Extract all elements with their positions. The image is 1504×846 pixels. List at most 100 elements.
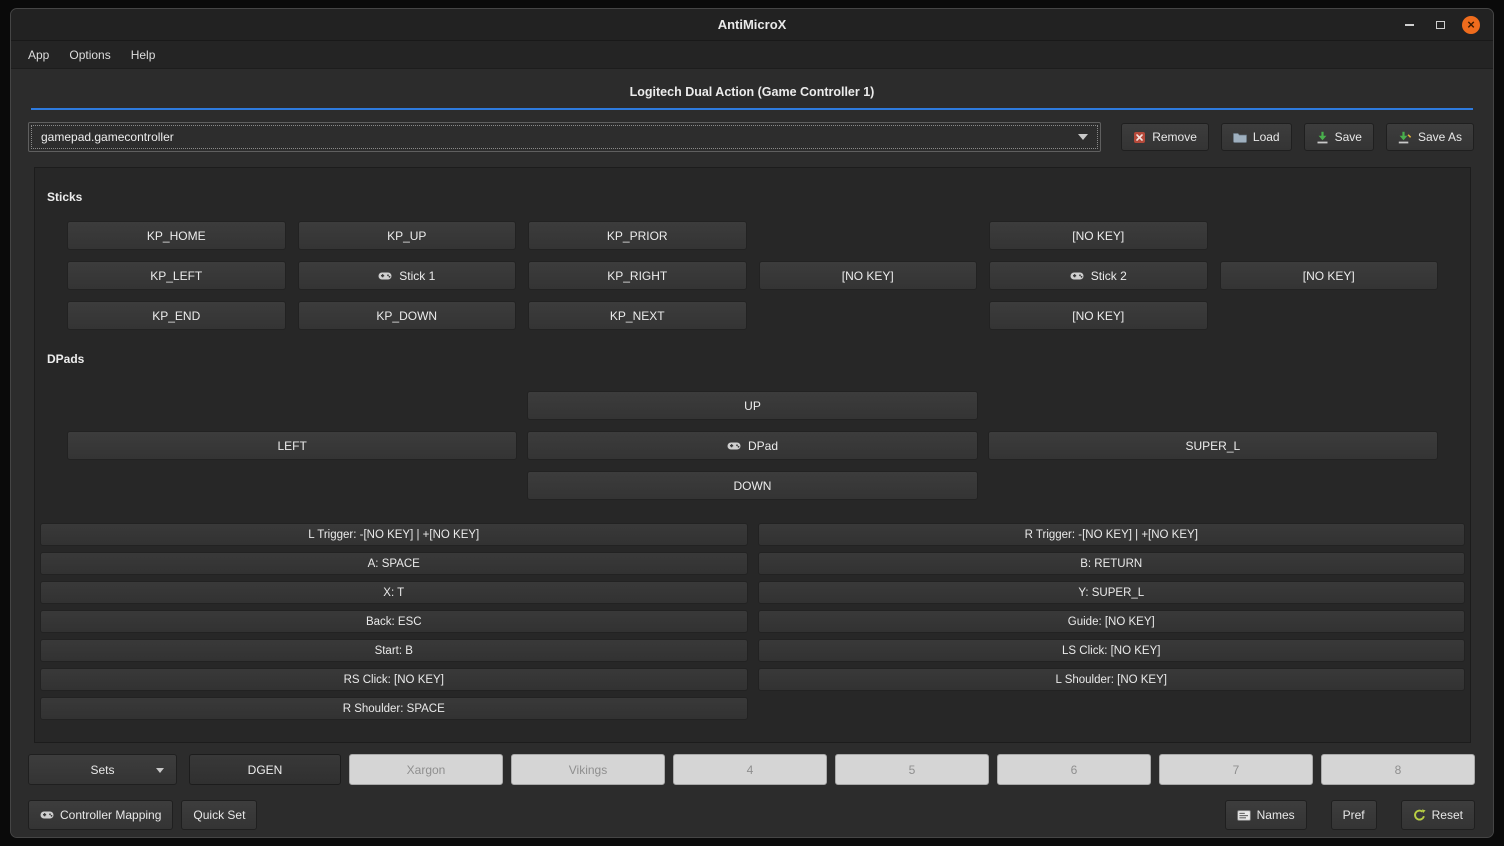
list-icon [1237,810,1251,821]
reset-label: Reset [1432,808,1463,822]
dpad-down-button[interactable]: DOWN [527,471,977,500]
guide-button[interactable]: Guide: [NO KEY] [758,610,1466,633]
load-button-label: Load [1253,130,1280,144]
stick2-right-button[interactable]: [NO KEY] [1220,261,1439,290]
chevron-down-icon [156,768,164,773]
tab-underline [31,108,1473,110]
quick-set-label: Quick Set [193,808,245,822]
start-button[interactable]: Start: B [40,639,748,662]
stick1-downleft-button[interactable]: KP_END [67,301,286,330]
window-controls: × [1400,9,1480,40]
save-button-label: Save [1335,130,1362,144]
set-tab-4[interactable]: 4 [673,754,827,785]
profile-combobox-value: gamepad.gamecontroller [41,130,174,144]
remove-button-label: Remove [1152,130,1197,144]
save-icon [1316,131,1329,144]
close-icon: × [1467,18,1475,31]
dpads-heading: DPads [47,352,1466,366]
dpad-right-button[interactable]: SUPER_L [988,431,1438,460]
stick2-config-button[interactable]: Stick 2 [989,261,1208,290]
load-button[interactable]: Load [1221,123,1292,151]
save-as-button[interactable]: Save As [1386,123,1474,151]
pref-label: Pref [1343,808,1365,822]
set-tab-2[interactable]: Xargon [349,754,503,785]
names-label: Names [1257,808,1295,822]
menu-help[interactable]: Help [122,44,165,66]
save-as-button-label: Save As [1418,130,1462,144]
stick1-right-button[interactable]: KP_RIGHT [528,261,747,290]
controller-mapping-button[interactable]: Controller Mapping [28,800,173,830]
pref-button[interactable]: Pref [1331,800,1377,830]
refresh-icon [1413,809,1426,822]
stick2-label: Stick 2 [1091,269,1127,283]
menubar: App Options Help [11,41,1493,69]
ls-click-button[interactable]: LS Click: [NO KEY] [758,639,1466,662]
maximize-icon [1436,21,1445,29]
profile-combobox[interactable]: gamepad.gamecontroller [28,122,1101,152]
menu-app[interactable]: App [19,44,58,66]
stick2-down-button[interactable]: [NO KEY] [989,301,1208,330]
rs-click-button[interactable]: RS Click: [NO KEY] [40,668,748,691]
stick1-down-button[interactable]: KP_DOWN [298,301,517,330]
r-shoulder-button[interactable]: R Shoulder: SPACE [40,697,748,720]
gamepad-icon [1070,271,1084,281]
minimize-button[interactable] [1400,16,1418,34]
stick1-label: Stick 1 [399,269,435,283]
save-button[interactable]: Save [1304,123,1374,151]
stick1-up-button[interactable]: KP_UP [298,221,517,250]
minimize-icon [1405,24,1414,26]
y-button[interactable]: Y: SUPER_L [758,581,1466,604]
names-button[interactable]: Names [1225,800,1307,830]
gamepad-icon [40,810,54,820]
stick2-up-button[interactable]: [NO KEY] [989,221,1208,250]
titlebar: AntiMicroX × [11,9,1493,41]
gamepad-icon [378,271,392,281]
set-tab-6[interactable]: 6 [997,754,1151,785]
sets-row: Sets DGEN Xargon Vikings 4 5 6 7 8 [28,754,1475,785]
remove-icon [1133,131,1146,144]
mapping-panel: Sticks KP_HOME KP_UP KP_PRIOR [NO KEY] K… [34,167,1471,743]
folder-icon [1233,132,1247,143]
dpad-label: DPad [748,439,778,453]
set-tab-7[interactable]: 7 [1159,754,1313,785]
button-assignments: L Trigger: -[NO KEY] | +[NO KEY] A: SPAC… [40,523,1465,720]
set-tab-1[interactable]: DGEN [189,754,341,785]
content: Logitech Dual Action (Game Controller 1)… [11,85,1493,838]
set-tab-5[interactable]: 5 [835,754,989,785]
quick-set-button[interactable]: Quick Set [181,800,257,830]
remove-button[interactable]: Remove [1121,123,1209,151]
controller-tab[interactable]: Logitech Dual Action (Game Controller 1) [11,85,1493,99]
save-as-icon [1398,131,1412,144]
stick1-upleft-button[interactable]: KP_HOME [67,221,286,250]
l-shoulder-button[interactable]: L Shoulder: [NO KEY] [758,668,1466,691]
assignments-right-column: R Trigger: -[NO KEY] | +[NO KEY] B: RETU… [758,523,1466,720]
sets-dropdown-button[interactable]: Sets [28,754,177,785]
reset-button[interactable]: Reset [1401,800,1475,830]
profile-actions: Remove Load Save [1121,123,1474,151]
stick1-config-button[interactable]: Stick 1 [298,261,517,290]
gamepad-icon [727,441,741,451]
set-tab-3[interactable]: Vikings [511,754,665,785]
dpad-left-button[interactable]: LEFT [67,431,517,460]
profile-row: gamepad.gamecontroller Remove Load [28,122,1474,152]
menu-options[interactable]: Options [60,44,119,66]
set-tab-8[interactable]: 8 [1321,754,1475,785]
close-button[interactable]: × [1462,16,1480,34]
b-button[interactable]: B: RETURN [758,552,1466,575]
stick1-downright-button[interactable]: KP_NEXT [528,301,747,330]
stick1-left-button[interactable]: KP_LEFT [67,261,286,290]
sets-dropdown-label: Sets [90,763,114,777]
x-button[interactable]: X: T [40,581,748,604]
dpad-config-button[interactable]: DPad [527,431,977,460]
back-button[interactable]: Back: ESC [40,610,748,633]
maximize-button[interactable] [1431,16,1449,34]
stick2-left-button[interactable]: [NO KEY] [759,261,978,290]
assignments-left-column: L Trigger: -[NO KEY] | +[NO KEY] A: SPAC… [40,523,748,720]
r-trigger-button[interactable]: R Trigger: -[NO KEY] | +[NO KEY] [758,523,1466,546]
chevron-down-icon [1078,134,1088,140]
a-button[interactable]: A: SPACE [40,552,748,575]
stick1-upright-button[interactable]: KP_PRIOR [528,221,747,250]
l-trigger-button[interactable]: L Trigger: -[NO KEY] | +[NO KEY] [40,523,748,546]
window-title: AntiMicroX [718,17,787,32]
dpad-up-button[interactable]: UP [527,391,977,420]
